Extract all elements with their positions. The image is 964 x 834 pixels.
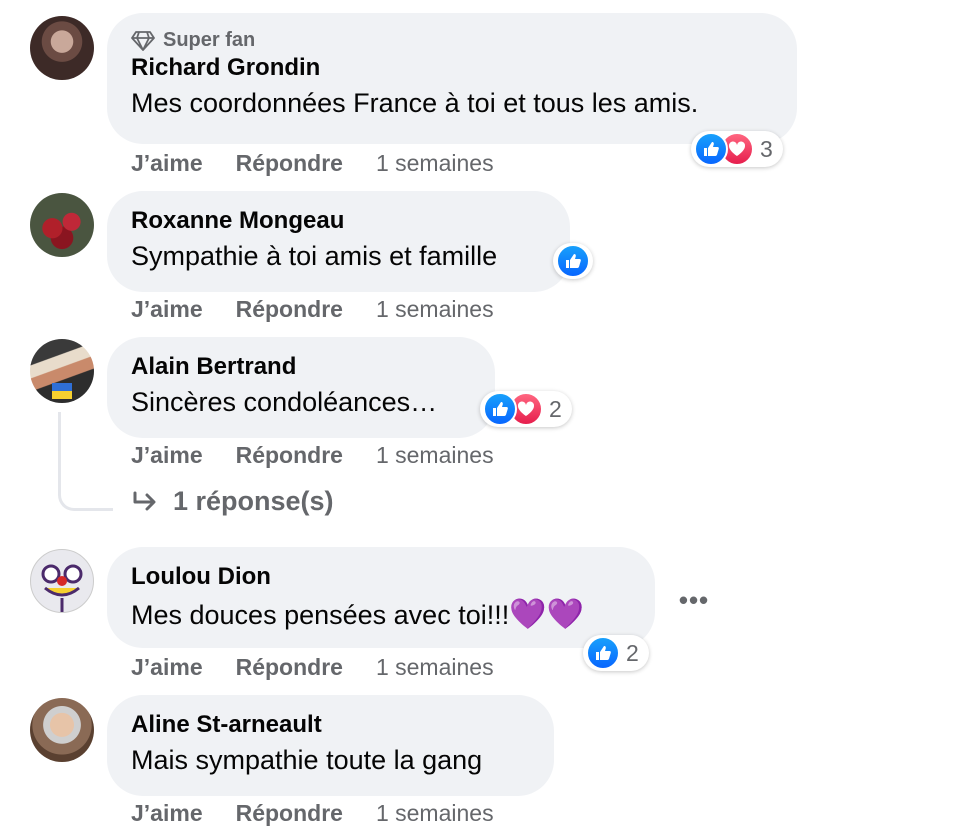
comment-text: Mais sympathie toute la gang (131, 745, 483, 775)
like-button[interactable]: J’aime (131, 800, 203, 827)
reaction-count: 3 (760, 135, 773, 162)
reaction-count: 2 (549, 395, 562, 422)
avatar[interactable] (30, 16, 94, 80)
like-button[interactable]: J’aime (131, 296, 203, 323)
timestamp[interactable]: 1 semaines (376, 442, 494, 469)
reply-button[interactable]: Répondre (236, 442, 343, 469)
avatar[interactable] (30, 339, 94, 403)
comment-bubble: Aline St-arneault Mais sympathie toute l… (107, 695, 554, 796)
comment-author[interactable]: Loulou Dion (131, 563, 631, 591)
like-reaction-icon (556, 244, 590, 278)
timestamp[interactable]: 1 semaines (376, 654, 494, 681)
timestamp[interactable]: 1 semaines (376, 800, 494, 827)
thread-connector (58, 412, 113, 511)
diamond-icon (131, 30, 155, 51)
comment-bubble: Super fan Richard Grondin Mes coordonnée… (107, 13, 797, 144)
reactions-summary[interactable]: 2 (480, 391, 572, 427)
comment-author[interactable]: Aline St-arneault (131, 711, 530, 739)
reply-button[interactable]: Répondre (236, 800, 343, 827)
comment-text: Mes douces pensées avec toi!!!💜💜 (131, 598, 584, 631)
avatar[interactable] (30, 193, 94, 257)
comment-author[interactable]: Roxanne Mongeau (131, 207, 546, 235)
purple-heart-emoji: 💜💜 (509, 598, 584, 631)
comment-bubble: Roxanne Mongeau Sympathie à toi amis et … (107, 191, 570, 292)
timestamp[interactable]: 1 semaines (376, 296, 494, 323)
comment-actions: J’aime Répondre 1 semaines (131, 800, 494, 827)
replies-count-label: 1 réponse(s) (173, 486, 334, 516)
reply-button[interactable]: Répondre (236, 654, 343, 681)
comment-bubble: Loulou Dion Mes douces pensées avec toi!… (107, 547, 655, 648)
like-button[interactable]: J’aime (131, 150, 203, 177)
like-reaction-icon (586, 636, 620, 670)
comment-actions: J’aime Répondre 1 semaines (131, 296, 494, 323)
comment-text: Sincères condoléances… (131, 387, 438, 417)
comment-author[interactable]: Alain Bertrand (131, 353, 471, 381)
super-fan-badge: Super fan (131, 29, 773, 52)
reactions-summary[interactable]: 3 (691, 131, 783, 167)
avatar[interactable] (30, 549, 94, 613)
like-button[interactable]: J’aime (131, 442, 203, 469)
avatar[interactable] (30, 698, 94, 762)
reactions-summary[interactable]: 2 (583, 635, 649, 671)
timestamp[interactable]: 1 semaines (376, 150, 494, 177)
reply-button[interactable]: Répondre (236, 296, 343, 323)
comment-bubble: Alain Bertrand Sincères condoléances… (107, 337, 495, 438)
flag-stripe (52, 383, 72, 391)
like-reaction-icon (694, 132, 728, 166)
reaction-count: 2 (626, 639, 639, 666)
comment-author[interactable]: Richard Grondin (131, 54, 773, 82)
comment-text: Mes coordonnées France à toi et tous les… (131, 88, 699, 118)
reply-arrow-icon (133, 491, 156, 510)
like-button[interactable]: J’aime (131, 654, 203, 681)
comment-actions: J’aime Répondre 1 semaines (131, 654, 494, 681)
comment-actions: J’aime Répondre 1 semaines (131, 442, 494, 469)
reply-button[interactable]: Répondre (236, 150, 343, 177)
reactions-summary[interactable] (553, 243, 593, 279)
like-reaction-icon (483, 392, 517, 426)
view-replies-button[interactable]: 1 réponse(s) (131, 486, 334, 517)
flag-stripe (52, 391, 72, 399)
clown-face-icon (41, 564, 83, 612)
more-options-button[interactable]: ••• (676, 584, 712, 616)
comment-actions: J’aime Répondre 1 semaines (131, 150, 494, 177)
comment-text: Sympathie à toi amis et famille (131, 241, 498, 271)
